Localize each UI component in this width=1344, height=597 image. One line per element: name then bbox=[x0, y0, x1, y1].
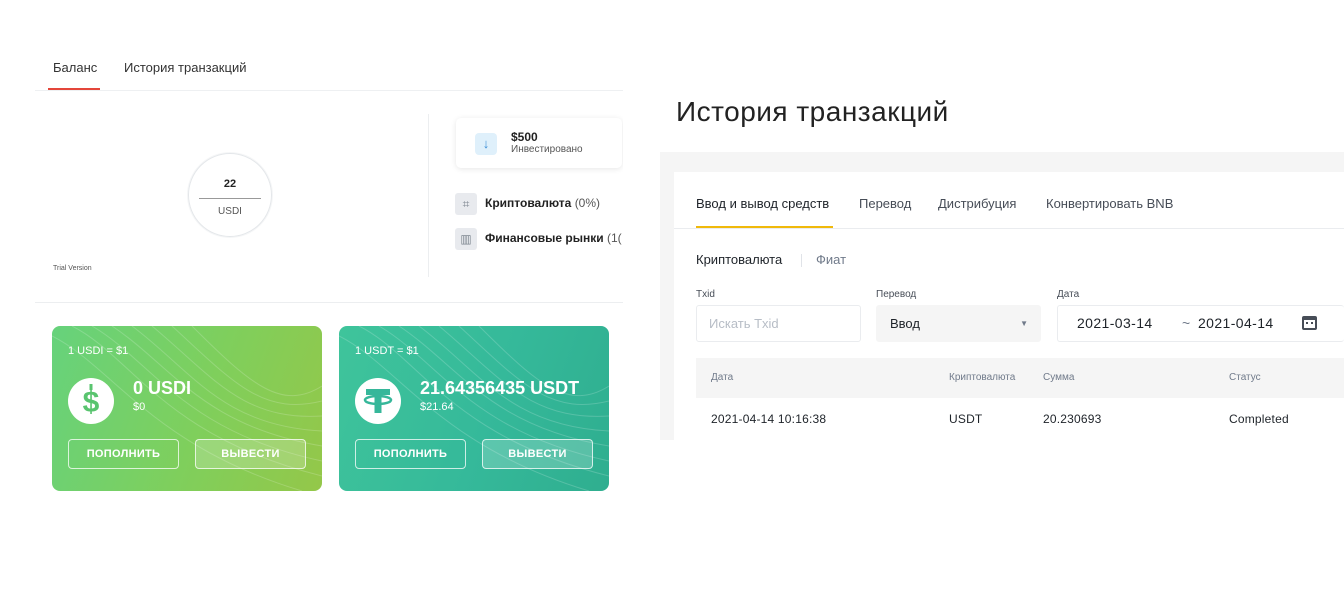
trial-version-label: Trial Version bbox=[53, 265, 92, 272]
date-separator: ~ bbox=[1182, 315, 1191, 331]
date-range-picker[interactable]: 2021-03-14 ~ 2021-04-14 bbox=[1057, 305, 1344, 342]
subtab-fiat[interactable]: Фиат bbox=[816, 252, 846, 267]
active-tab-underline bbox=[48, 88, 100, 90]
column-amount: Сумма bbox=[1043, 372, 1075, 383]
invested-label: Инвестировано bbox=[511, 144, 583, 155]
balance-tabs: Баланс История транзакций bbox=[35, 52, 623, 91]
dollar-coin-icon: $ bbox=[68, 378, 114, 424]
tab-deposit-withdraw[interactable]: Ввод и вывод средств bbox=[696, 196, 829, 211]
txid-label: Txid bbox=[696, 289, 715, 300]
deposit-button[interactable]: ПОПОЛНИТЬ bbox=[68, 439, 179, 469]
invested-summary: ↓ $500 Инвестировано bbox=[456, 118, 622, 168]
arrow-down-icon: ↓ bbox=[475, 133, 497, 155]
invested-amount: $500 bbox=[511, 130, 538, 144]
tab-distribution[interactable]: Дистрибуция bbox=[938, 196, 1016, 211]
txid-search-input[interactable]: Искать Txid bbox=[696, 305, 861, 342]
subtab-crypto[interactable]: Криптовалюта bbox=[696, 252, 782, 267]
markets-icon: ▥ bbox=[455, 228, 477, 250]
deposit-button[interactable]: ПОПОЛНИТЬ bbox=[355, 439, 466, 469]
donut-unit: USDI bbox=[218, 206, 242, 217]
table-row[interactable]: 2021-04-14 10:16:38 USDT 20.230693 Compl… bbox=[696, 398, 1344, 440]
category-pct: (1( bbox=[606, 231, 622, 246]
transfer-label: Перевод bbox=[876, 289, 917, 300]
card-balance: 21.64356435 USDT bbox=[420, 378, 580, 398]
usdi-wallet-card: 1 USDI = $1 $ 0 USDI $0 ПОПОЛНИТЬ ВЫВЕСТ… bbox=[52, 326, 322, 491]
column-crypto: Криптовалюта bbox=[949, 372, 1016, 383]
caret-down-icon: ▼ bbox=[1020, 319, 1028, 328]
date-to[interactable]: 2021-04-14 bbox=[1198, 306, 1274, 341]
svg-text:$: $ bbox=[83, 386, 100, 419]
card-balance: 0 USDI bbox=[133, 378, 192, 398]
withdraw-button[interactable]: ВЫВЕСТИ bbox=[482, 439, 593, 469]
subtab-divider bbox=[801, 254, 802, 267]
usdt-wallet-card: 1 USDT = $1 21.64356435 USDT $21.64 ПОПО… bbox=[339, 326, 609, 491]
donut-divider bbox=[199, 198, 261, 199]
category-markets: ▥ Финансовые рынки (1( bbox=[455, 228, 622, 250]
tab-transfer[interactable]: Перевод bbox=[859, 196, 911, 211]
category-pct: (0%) bbox=[574, 196, 601, 211]
cell-status: Completed bbox=[1229, 412, 1289, 426]
calendar-icon[interactable] bbox=[1302, 316, 1317, 330]
cell-crypto: USDT bbox=[949, 412, 983, 426]
donut-value: 22 bbox=[223, 178, 237, 190]
tabs-divider bbox=[674, 228, 1344, 229]
withdraw-button[interactable]: ВЫВЕСТИ bbox=[195, 439, 306, 469]
page-title: История транзакций bbox=[676, 96, 949, 127]
card-rate: 1 USDT = $1 bbox=[355, 345, 419, 357]
date-label: Дата bbox=[1057, 289, 1080, 300]
tab-balance[interactable]: Баланс bbox=[53, 60, 97, 75]
cell-amount: 20.230693 bbox=[1043, 412, 1102, 426]
tab-transaction-history[interactable]: История транзакций bbox=[124, 60, 246, 75]
cell-date: 2021-04-14 10:16:38 bbox=[711, 412, 827, 426]
tab-convert-bnb[interactable]: Конвертировать BNB bbox=[1046, 196, 1173, 211]
column-date: Дата bbox=[711, 372, 734, 383]
date-from[interactable]: 2021-03-14 bbox=[1077, 306, 1153, 341]
category-name: Финансовые рынки bbox=[485, 231, 604, 246]
card-rate: 1 USDI = $1 bbox=[68, 345, 129, 357]
category-crypto: ⌗ Криптовалюта (0%) bbox=[455, 193, 600, 215]
transaction-history-panel: История транзакций Ввод и вывод средств … bbox=[660, 88, 1344, 440]
table-header: Дата Криптовалюта Сумма Статус bbox=[696, 358, 1344, 398]
transfer-type-select[interactable]: Ввод ▼ bbox=[876, 305, 1041, 342]
transfer-type-value: Ввод bbox=[890, 316, 920, 331]
history-card: Ввод и вывод средств Перевод Дистрибуция… bbox=[674, 172, 1344, 440]
crypto-icon: ⌗ bbox=[455, 193, 477, 215]
card-usd-value: $0 bbox=[133, 401, 146, 413]
vertical-divider bbox=[428, 114, 429, 277]
tether-coin-icon bbox=[355, 378, 401, 424]
balance-donut: 22 USDI bbox=[188, 153, 272, 237]
horizontal-divider bbox=[35, 302, 623, 303]
balance-panel: Баланс История транзакций 22 USDI Trial … bbox=[35, 52, 623, 500]
column-status: Статус bbox=[1229, 372, 1261, 383]
category-name: Криптовалюта bbox=[485, 196, 572, 211]
card-usd-value: $21.64 bbox=[420, 401, 454, 413]
